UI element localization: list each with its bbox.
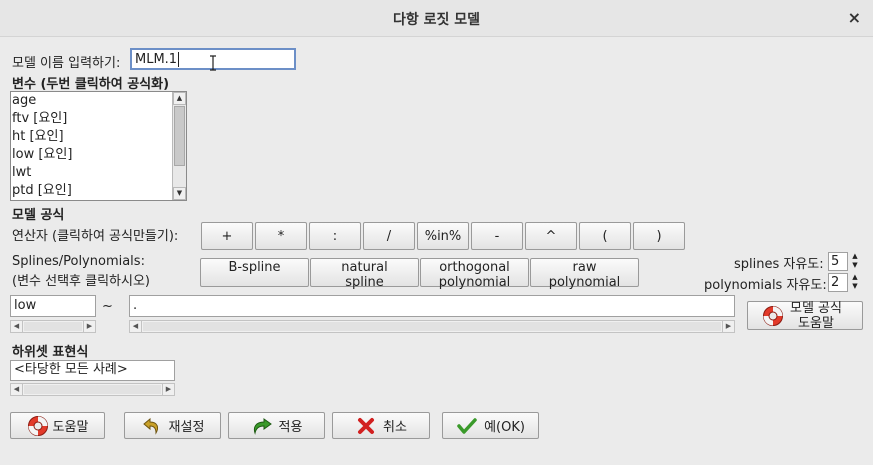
cancel-x-icon xyxy=(355,415,377,437)
orthogonal-polynomial-button[interactable]: orthogonal polynomial xyxy=(420,258,529,290)
operator-button[interactable]: * xyxy=(255,222,307,250)
help-button-label: 도움말 xyxy=(52,420,89,435)
help-button[interactable]: 도움말 xyxy=(10,412,105,439)
subset-heading: 하위셋 표현식 xyxy=(12,345,89,360)
reset-button[interactable]: 재설정 xyxy=(124,412,221,439)
rhs-hscroll[interactable]: ◀ ▶ xyxy=(129,320,735,333)
operator-button[interactable]: / xyxy=(363,222,415,250)
subset-hscroll[interactable]: ◀ ▶ xyxy=(10,383,175,396)
spline-button-line2: polynomial xyxy=(438,275,511,290)
raw-polynomial-button[interactable]: raw polynomial xyxy=(530,258,639,290)
df-poly-label: polynomials 자유도: xyxy=(704,278,827,293)
variables-list-items: age ftv [요인] ht [요인] low [요인] lwt ptd [요인] xyxy=(11,92,173,200)
spin-down-icon[interactable]: ▼ xyxy=(849,282,861,291)
reset-button-label: 재설정 xyxy=(168,420,205,435)
b-spline-button[interactable]: B-spline xyxy=(200,258,309,287)
scroll-thumb[interactable] xyxy=(174,106,185,166)
checkmark-icon xyxy=(456,415,478,437)
spline-button-line1: orthogonal xyxy=(439,260,510,275)
natural-spline-button[interactable]: natural spline xyxy=(310,258,419,290)
list-item[interactable]: ptd [요인] xyxy=(11,182,173,200)
subset-input[interactable]: <타당한 모든 사례> xyxy=(10,360,175,381)
scroll-left-icon[interactable]: ◀ xyxy=(11,321,23,332)
model-name-label: 모델 이름 입력하기: xyxy=(12,56,121,71)
df-splines-label: splines 자유도: xyxy=(734,257,824,272)
close-icon[interactable]: × xyxy=(848,8,861,27)
list-item[interactable]: ftv [요인] xyxy=(11,110,173,128)
formula-help-button[interactable]: 모델 공식 도움말 xyxy=(747,300,863,331)
undo-arrow-icon xyxy=(141,415,163,437)
scroll-down-icon[interactable]: ▼ xyxy=(173,187,186,200)
variables-scrollbar[interactable]: ▲ ▼ xyxy=(172,92,186,200)
spin-up-icon[interactable]: ▲ xyxy=(849,273,861,282)
splines-label: Splines/Polynomials: xyxy=(12,254,145,269)
model-name-value: MLM.1 xyxy=(135,52,178,67)
formula-lhs-input[interactable]: low xyxy=(10,295,96,317)
ok-button-label: 예(OK) xyxy=(484,420,525,435)
df-poly-arrows[interactable]: ▲ ▼ xyxy=(849,273,861,292)
operator-button[interactable]: ^ xyxy=(525,222,577,250)
operators-label: 연산자 (클릭하여 공식만들기): xyxy=(12,229,179,244)
tilde-label: ~ xyxy=(102,299,113,314)
lifebuoy-icon xyxy=(27,415,49,437)
list-item[interactable]: ht [요인] xyxy=(11,128,173,146)
operators-row: + *: / %in% - ^() xyxy=(201,222,711,250)
operator-button[interactable]: %in% xyxy=(417,222,469,250)
scroll-left-icon[interactable]: ◀ xyxy=(130,321,142,332)
scroll-left-icon[interactable]: ◀ xyxy=(11,384,23,395)
list-item[interactable]: low [요인] xyxy=(11,146,173,164)
apply-button[interactable]: 적용 xyxy=(228,412,325,439)
operator-button[interactable]: + xyxy=(201,222,253,250)
df-poly-spinbox[interactable]: 2 xyxy=(828,273,848,292)
text-cursor-icon xyxy=(209,55,217,71)
df-splines-arrows[interactable]: ▲ ▼ xyxy=(849,252,861,271)
apply-button-label: 적용 xyxy=(278,420,303,435)
spin-up-icon[interactable]: ▲ xyxy=(849,252,861,261)
spin-down-icon[interactable]: ▼ xyxy=(849,261,861,270)
splines-hint: (변수 선택후 클릭하시오) xyxy=(12,274,151,289)
scroll-right-icon[interactable]: ▶ xyxy=(162,384,174,395)
list-item[interactable]: lwt xyxy=(11,164,173,182)
scroll-up-icon[interactable]: ▲ xyxy=(173,92,186,105)
cancel-button-label: 취소 xyxy=(383,420,407,435)
formula-help-line1: 모델 공식 xyxy=(790,300,842,316)
variables-heading: 변수 (두번 클릭하여 공식화) xyxy=(12,77,170,92)
list-item[interactable]: age xyxy=(11,92,173,110)
lhs-hscroll[interactable]: ◀ ▶ xyxy=(10,320,96,333)
spline-button-line1: natural xyxy=(341,260,388,275)
scroll-thumb[interactable] xyxy=(143,322,721,331)
spline-button-line1: B-spline xyxy=(228,260,281,275)
operator-button[interactable]: : xyxy=(309,222,361,250)
operator-button[interactable]: ( xyxy=(579,222,631,250)
variables-list[interactable]: age ftv [요인] ht [요인] low [요인] lwt ptd [요인] ▲ … xyxy=(10,91,187,201)
cancel-button[interactable]: 취소 xyxy=(332,412,430,439)
scroll-right-icon[interactable]: ▶ xyxy=(722,321,734,332)
formula-rhs-input[interactable]: . xyxy=(129,295,735,317)
formula-heading: 모델 공식 xyxy=(12,208,65,223)
window-title: 다항 로짓 모델 xyxy=(392,12,481,28)
spline-button-line1: raw xyxy=(572,260,597,275)
formula-help-line2: 도움말 xyxy=(798,315,834,331)
ok-button[interactable]: 예(OK) xyxy=(442,412,539,439)
df-poly-value: 2 xyxy=(831,275,840,290)
operator-button[interactable]: - xyxy=(471,222,523,250)
spline-button-line2: polynomial xyxy=(548,275,621,290)
scroll-right-icon[interactable]: ▶ xyxy=(83,321,95,332)
redo-arrow-icon xyxy=(251,415,273,437)
spline-button-line2: spline xyxy=(345,275,384,290)
df-splines-spinbox[interactable]: 5 xyxy=(828,252,848,271)
splines-row: B-spline natural spline orthogonal polynomia… xyxy=(200,258,645,290)
scroll-thumb[interactable] xyxy=(24,322,82,331)
lifebuoy-icon xyxy=(762,305,784,327)
operator-button[interactable]: ) xyxy=(633,222,685,250)
scroll-thumb[interactable] xyxy=(24,385,161,394)
df-splines-value: 5 xyxy=(831,254,840,269)
